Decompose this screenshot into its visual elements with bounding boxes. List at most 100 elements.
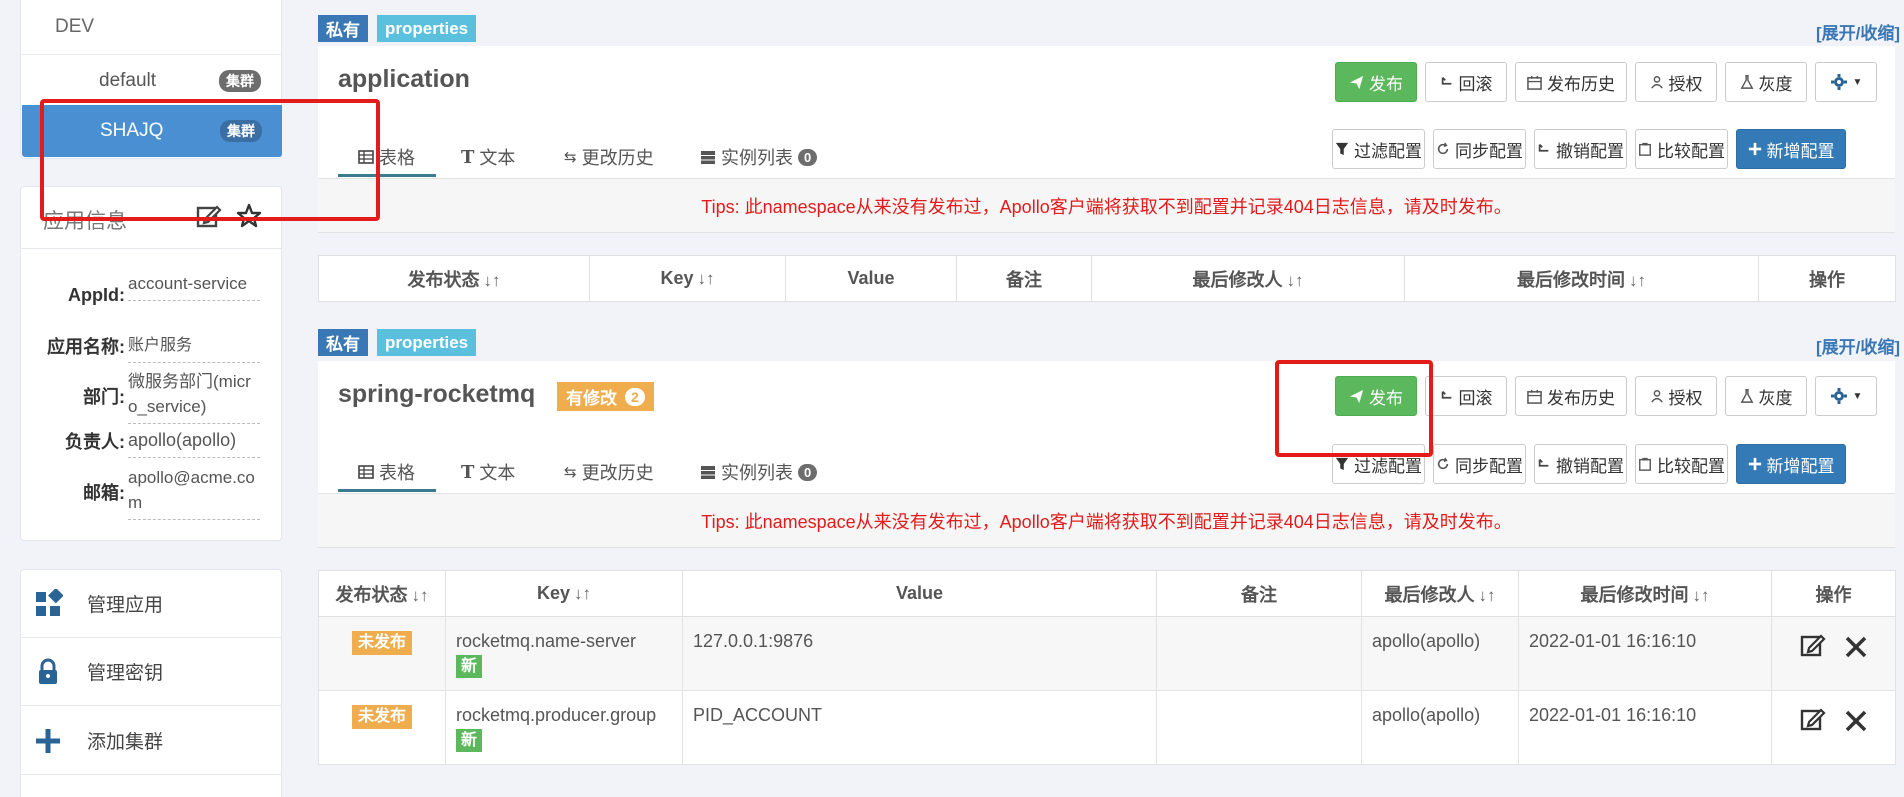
- tab-table[interactable]: 表格: [358, 459, 415, 485]
- server-icon: [701, 150, 715, 164]
- publish-button[interactable]: 发布: [1335, 62, 1417, 102]
- config-table-application: 发布状态 ↓↑ Key ↓↑ Value 备注 最后修改人 ↓↑ 最后修改时间 ↓↑ 操…: [318, 255, 1896, 302]
- info-value: account-service: [128, 271, 260, 301]
- tab-table[interactable]: 表格: [358, 144, 415, 170]
- tab-instances[interactable]: 实例列表 0: [700, 144, 818, 170]
- add-config-button[interactable]: 新增配置: [1736, 444, 1846, 484]
- col-modifier[interactable]: 最后修改人 ↓↑: [1091, 255, 1405, 302]
- tab-change-history[interactable]: ⇆ 更改历史: [564, 144, 654, 170]
- refresh-icon: [1437, 142, 1449, 155]
- button-label: 比较配置: [1657, 456, 1725, 476]
- tab-label: 更改历史: [581, 148, 654, 168]
- button-label: 灰度: [1758, 388, 1793, 408]
- info-label: 应用名称:: [47, 337, 125, 357]
- menu-manage-app[interactable]: 管理应用: [21, 570, 281, 638]
- col-status[interactable]: 发布状态 ↓↑: [318, 570, 446, 617]
- menu-label: 添加集群: [87, 732, 164, 753]
- info-label: AppId:: [68, 285, 125, 305]
- clipboard-icon: [1639, 142, 1651, 156]
- gray-release-button[interactable]: 灰度: [1725, 62, 1807, 102]
- tag-properties: properties: [377, 329, 477, 356]
- info-value: apollo(apollo): [128, 428, 260, 458]
- cell-key: rocketmq.name-server 新: [445, 616, 683, 691]
- table-icon: [358, 465, 374, 479]
- table-icon: [358, 150, 374, 164]
- send-icon: [1349, 75, 1364, 89]
- namespace-name: application: [338, 65, 470, 93]
- col-modified-time[interactable]: 最后修改时间 ↓↑: [1518, 570, 1772, 617]
- authorize-button[interactable]: 授权: [1635, 376, 1717, 416]
- col-status[interactable]: 发布状态 ↓↑: [318, 255, 590, 302]
- rollback-button[interactable]: 回滚: [1425, 62, 1507, 102]
- info-label: 部门:: [83, 387, 125, 407]
- col-modified-time[interactable]: 最后修改时间 ↓↑: [1404, 255, 1759, 302]
- undo-icon: [1441, 391, 1451, 399]
- star-icon[interactable]: [235, 202, 263, 230]
- filter-config-button[interactable]: 过滤配置: [1332, 444, 1425, 484]
- edit-icon[interactable]: [1799, 705, 1827, 733]
- clipboard-icon: [1639, 457, 1651, 471]
- calendar-icon: [1527, 389, 1542, 404]
- button-label: 授权: [1668, 388, 1703, 408]
- env-label: DEV: [55, 16, 95, 37]
- authorize-button[interactable]: 授权: [1635, 62, 1717, 102]
- button-label: 发布: [1369, 74, 1403, 94]
- menu-manage-keys[interactable]: 管理密钥: [21, 638, 281, 706]
- add-config-button[interactable]: 新增配置: [1736, 129, 1846, 169]
- filter-config-button[interactable]: 过滤配置: [1332, 129, 1425, 169]
- expand-collapse-link[interactable]: [展开/收缩]: [1816, 19, 1900, 44]
- delete-icon[interactable]: [1844, 709, 1868, 733]
- col-value: Value: [785, 255, 957, 302]
- tab-label: 更改历史: [581, 463, 654, 483]
- cell-comment: [1156, 616, 1362, 691]
- tab-text[interactable]: T 文本: [461, 144, 515, 170]
- namespace-name: spring-rocketmq: [338, 380, 536, 408]
- instances-count-badge: 0: [798, 463, 818, 481]
- button-label: 发布历史: [1547, 74, 1615, 94]
- cell-modifier: apollo(apollo): [1361, 689, 1519, 765]
- rollback-button[interactable]: 回滚: [1425, 376, 1507, 416]
- tab-change-history[interactable]: ⇆ 更改历史: [564, 459, 654, 485]
- button-label: 新增配置: [1766, 141, 1835, 161]
- settings-dropdown-button[interactable]: ▼: [1815, 376, 1877, 416]
- cluster-default[interactable]: default 集群: [21, 54, 281, 106]
- exchange-icon: ⇆: [564, 464, 577, 481]
- tab-active-indicator: [338, 489, 436, 492]
- config-key: rocketmq.name-server: [456, 631, 637, 651]
- edit-icon[interactable]: [1799, 631, 1827, 659]
- publish-history-button[interactable]: 发布历史: [1515, 62, 1627, 102]
- revoke-config-button[interactable]: 撤销配置: [1534, 129, 1627, 169]
- publish-history-button[interactable]: 发布历史: [1515, 376, 1627, 416]
- col-modifier[interactable]: 最后修改人 ↓↑: [1361, 570, 1519, 617]
- expand-collapse-link[interactable]: [展开/收缩]: [1816, 333, 1900, 358]
- col-key[interactable]: Key ↓↑: [445, 570, 683, 617]
- sort-icon: ↓↑: [1629, 270, 1646, 290]
- gray-release-button[interactable]: 灰度: [1725, 376, 1807, 416]
- filter-icon: [1335, 457, 1349, 471]
- table-row: 未发布 rocketmq.name-server 新 127.0.0.1:9876…: [318, 616, 1896, 691]
- compare-config-button[interactable]: 比较配置: [1635, 444, 1728, 484]
- cluster-shajq[interactable]: SHAJQ 集群: [22, 105, 282, 157]
- compare-config-button[interactable]: 比较配置: [1635, 129, 1728, 169]
- env-dev[interactable]: DEV: [21, 1, 281, 53]
- server-icon: [701, 465, 715, 479]
- sync-config-button[interactable]: 同步配置: [1433, 129, 1526, 169]
- col-key[interactable]: Key ↓↑: [589, 255, 786, 302]
- publish-button[interactable]: 发布: [1335, 376, 1417, 416]
- menu-add-cluster[interactable]: 添加集群: [21, 707, 281, 775]
- settings-dropdown-button[interactable]: ▼: [1815, 62, 1877, 102]
- col-value: Value: [682, 570, 1157, 617]
- refresh-icon: [1437, 457, 1449, 470]
- sync-config-button[interactable]: 同步配置: [1433, 444, 1526, 484]
- tab-instances[interactable]: 实例列表 0: [700, 459, 818, 485]
- plus-icon: [36, 728, 60, 753]
- flask-icon: [1740, 75, 1753, 89]
- edit-icon[interactable]: [195, 202, 223, 230]
- undo-icon: [1441, 77, 1451, 85]
- exchange-icon: ⇆: [564, 149, 577, 166]
- info-value: 微服务部门(micro_service): [128, 369, 260, 424]
- tab-active-indicator: [338, 174, 436, 177]
- delete-icon[interactable]: [1844, 635, 1868, 659]
- revoke-config-button[interactable]: 撤销配置: [1534, 444, 1627, 484]
- tab-text[interactable]: T 文本: [461, 459, 515, 485]
